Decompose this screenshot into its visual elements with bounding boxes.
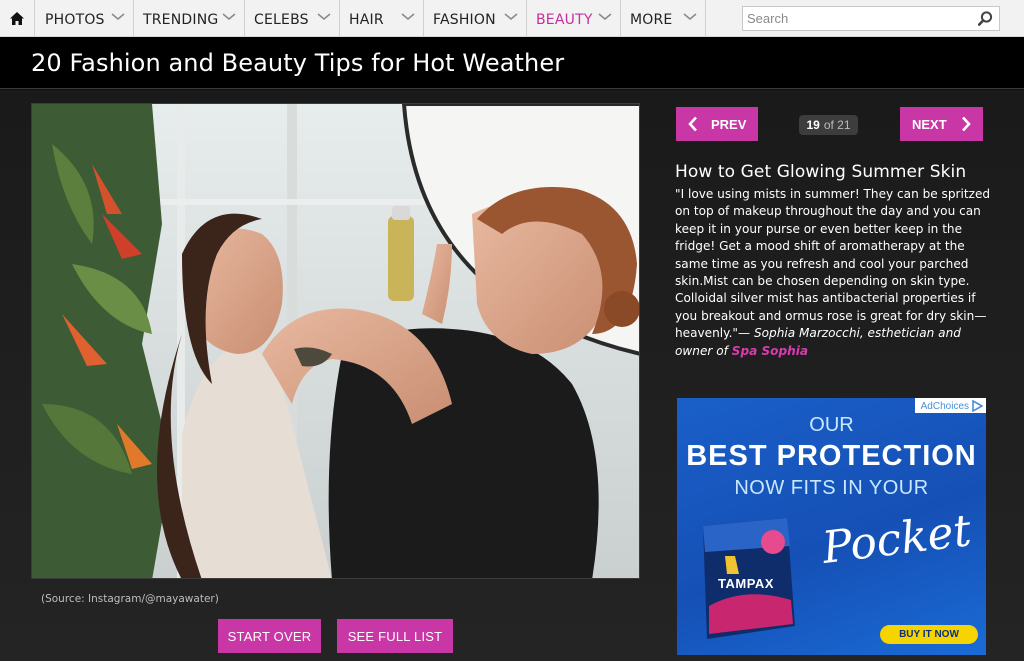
chevron-down-icon[interactable] xyxy=(111,13,125,21)
nav-label: BEAUTY xyxy=(536,12,593,28)
spa-sophia-link[interactable]: Spa Sophia xyxy=(732,344,808,358)
nav-label: PHOTOS xyxy=(45,12,105,28)
chevron-down-icon[interactable] xyxy=(683,13,697,21)
photo-illustration xyxy=(32,104,639,578)
advertisement[interactable]: AdChoices OUR BEST PROTECTION NOW FITS I… xyxy=(677,398,986,655)
buy-it-now-button[interactable]: BUY IT NOW xyxy=(880,625,978,644)
chevron-down-icon[interactable] xyxy=(504,13,518,21)
slide-description: "I love using mists in summer! They can … xyxy=(675,186,993,360)
search-box xyxy=(742,6,1000,31)
slide-photo[interactable] xyxy=(31,103,640,579)
chevron-down-icon[interactable] xyxy=(317,13,331,21)
slide-quote: "I love using mists in summer! They can … xyxy=(675,187,991,341)
nav-item-celebs[interactable]: CELEBS xyxy=(245,0,340,37)
ad-line-1: OUR xyxy=(809,414,854,436)
adchoices-badge[interactable]: AdChoices xyxy=(914,398,986,413)
adchoices-label: AdChoices xyxy=(920,400,969,412)
chevron-down-icon[interactable] xyxy=(401,13,415,21)
home-button[interactable] xyxy=(0,0,35,37)
search-input[interactable] xyxy=(747,9,972,28)
tampax-product-box: TAMPAX xyxy=(695,516,797,641)
prev-label: PREV xyxy=(711,116,747,132)
slideshow-content: (Source: Instagram/@mayawater) START OVE… xyxy=(0,90,1024,661)
slide-current-number: 19 xyxy=(806,118,820,132)
slide-total: of 21 xyxy=(823,118,851,132)
title-bar: 20 Fashion and Beauty Tips for Hot Weath… xyxy=(0,37,1024,89)
search-icon[interactable] xyxy=(978,11,993,26)
top-navigation: PHOTOS TRENDING CELEBS HAIR FASHION BEAU… xyxy=(0,0,1024,37)
ad-line-2: BEST PROTECTION xyxy=(686,440,977,472)
nav-item-hair[interactable]: HAIR xyxy=(340,0,424,37)
next-label: NEXT xyxy=(912,116,947,132)
ad-line-4: Pocket xyxy=(819,505,974,574)
slide-heading: How to Get Glowing Summer Skin xyxy=(675,162,967,182)
adchoices-icon xyxy=(972,400,983,412)
nav-item-trending[interactable]: TRENDING xyxy=(134,0,245,37)
slide-counter: 19 of 21 xyxy=(799,115,858,135)
ad-product-name: TAMPAX xyxy=(718,576,774,591)
chevron-left-icon xyxy=(688,116,697,132)
nav-item-more[interactable]: MORE xyxy=(621,0,706,37)
next-button[interactable]: NEXT xyxy=(900,107,983,141)
see-full-list-button[interactable]: SEE FULL LIST xyxy=(337,619,453,653)
slide-pager: PREV 19 of 21 NEXT xyxy=(676,107,983,141)
home-icon xyxy=(10,12,24,25)
nav-label: MORE xyxy=(630,12,673,28)
chevron-down-icon[interactable] xyxy=(598,13,612,21)
chevron-down-icon[interactable] xyxy=(222,13,236,21)
start-over-button[interactable]: START OVER xyxy=(218,619,321,653)
nav-label: HAIR xyxy=(349,12,384,28)
photo-source-caption: (Source: Instagram/@mayawater) xyxy=(41,593,219,605)
nav-item-beauty[interactable]: BEAUTY xyxy=(527,0,621,37)
chevron-right-icon xyxy=(961,116,971,132)
page-title: 20 Fashion and Beauty Tips for Hot Weath… xyxy=(31,49,565,77)
prev-button[interactable]: PREV xyxy=(676,107,758,141)
nav-label: FASHION xyxy=(433,12,496,28)
nav-label: CELEBS xyxy=(254,12,309,28)
nav-label: TRENDING xyxy=(143,12,219,28)
ad-line-3: NOW FITS IN YOUR xyxy=(734,477,929,499)
nav-item-photos[interactable]: PHOTOS xyxy=(36,0,134,37)
nav-item-fashion[interactable]: FASHION xyxy=(424,0,527,37)
